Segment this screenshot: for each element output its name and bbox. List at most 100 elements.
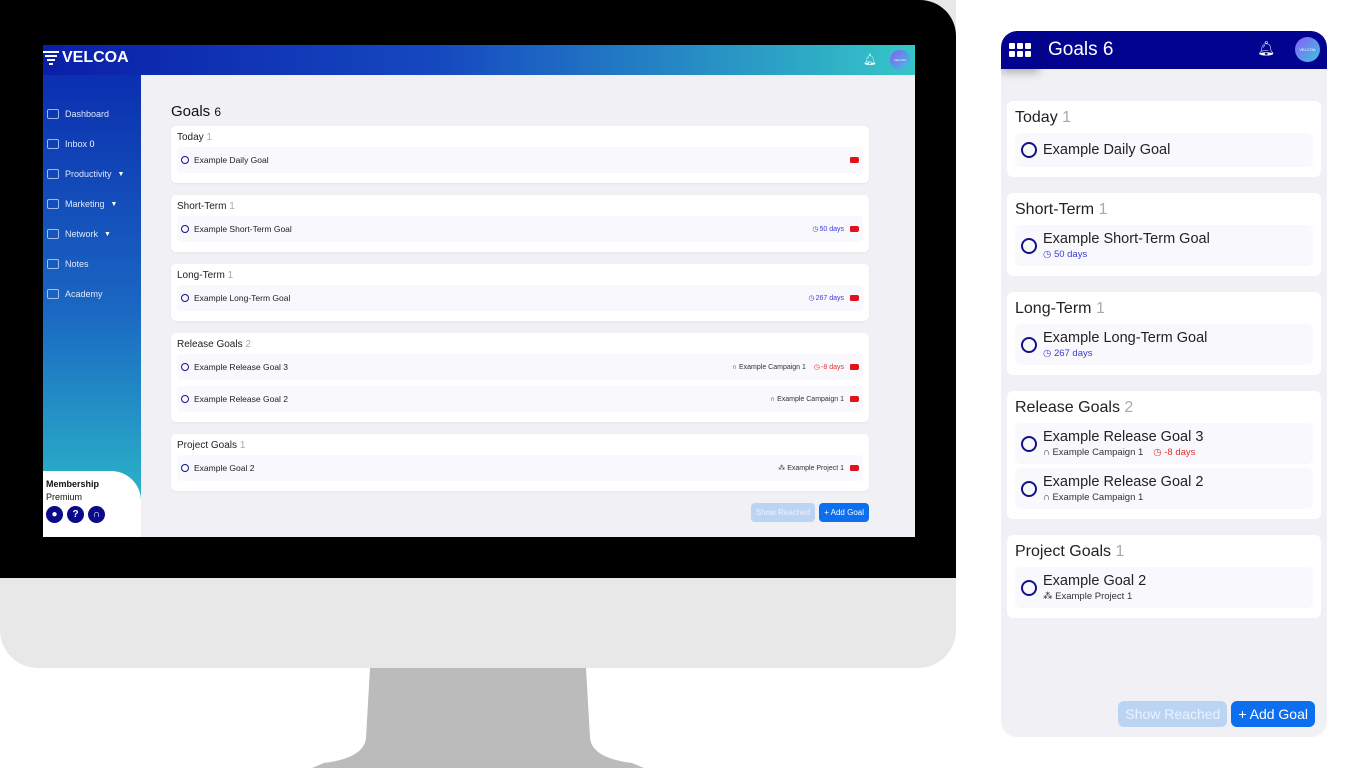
section-count: 1: [227, 270, 234, 281]
goal-project[interactable]: Example Project 1: [1055, 591, 1132, 602]
section-project: Project Goals 1 Example Goal 2 ⁂ Example …: [1007, 535, 1321, 618]
goal-checkbox[interactable]: [1021, 579, 1037, 596]
sidebar-item-productivity[interactable]: Productivity ▼: [43, 159, 141, 189]
add-goal-button[interactable]: + Add Goal: [1231, 701, 1315, 727]
goal-project[interactable]: Example Project 1: [787, 465, 844, 472]
delete-icon[interactable]: [850, 295, 859, 301]
section-short-term: Short-Term 1 Example Short-Term Goal ◷ 50 …: [171, 195, 869, 252]
sidebar-item-label: Network: [65, 229, 99, 239]
delete-icon[interactable]: [850, 226, 859, 232]
sidebar-item-notes[interactable]: Notes: [43, 249, 141, 279]
goal-checkbox[interactable]: [181, 156, 189, 164]
clock-icon: ◷: [1043, 348, 1054, 359]
goal-row[interactable]: Example Daily Goal: [1015, 133, 1313, 167]
goal-row[interactable]: Example Release Goal 2 ∩ Example Campaign…: [1015, 468, 1313, 509]
goal-campaign[interactable]: Example Campaign 1: [1052, 492, 1143, 503]
delete-icon[interactable]: [850, 396, 859, 402]
inbox-count: 0: [89, 139, 95, 149]
sidebar-item-inbox[interactable]: Inbox 0: [43, 129, 141, 159]
section-long-term: Long-Term 1 Example Long-Term Goal ◷ 267 d…: [171, 264, 869, 321]
section-release: Release Goals 2 Example Release Goal 3 ∩ …: [1007, 391, 1321, 519]
sidebar-item-academy[interactable]: Academy: [43, 279, 141, 309]
goal-checkbox[interactable]: [181, 395, 189, 403]
goal-name: Example Goal 2: [1043, 573, 1147, 589]
goal-checkbox[interactable]: [1021, 142, 1037, 158]
goal-row[interactable]: Example Long-Term Goal ◷ 267 days: [177, 285, 863, 311]
goal-checkbox[interactable]: [181, 464, 189, 472]
goal-name: Example Short-Term Goal: [1043, 231, 1210, 247]
section-project: Project Goals 1 Example Goal 2 ⁂ Example P…: [171, 434, 869, 491]
sidebar-item-marketing[interactable]: Marketing ▼: [43, 189, 141, 219]
show-reached-button[interactable]: Show Reached: [750, 503, 816, 522]
delete-icon[interactable]: [850, 465, 859, 471]
section-count: 1: [1095, 300, 1105, 317]
goal-days: 267 days: [1053, 348, 1093, 359]
section-today: Today 1 Example Daily Goal: [171, 126, 869, 183]
goal-campaign[interactable]: Example Campaign 1: [739, 364, 806, 371]
section-release: Release Goals 2 Example Release Goal 3 ∩ E…: [171, 333, 869, 422]
goal-campaign[interactable]: Example Campaign 1: [1052, 447, 1143, 458]
clock-icon: ◷: [1043, 249, 1054, 260]
goals-main: Goals 6 Today 1 Example Daily Goal Short…: [171, 103, 869, 522]
sidebar-item-network[interactable]: Network ▼: [43, 219, 141, 249]
section-count: 1: [1115, 543, 1125, 560]
section-title: Short-Term: [1015, 201, 1095, 218]
caret-down-icon: ▼: [117, 170, 125, 178]
goal-row[interactable]: Example Release Goal 3 ∩ Example Campaign …: [177, 354, 863, 380]
bell-icon[interactable]: 🔔︎: [863, 53, 877, 66]
goal-checkbox[interactable]: [181, 225, 189, 233]
headphones-icon: ∩: [731, 363, 737, 371]
checkbox-icon: [47, 169, 59, 179]
goal-row[interactable]: Example Long-Term Goal ◷ 267 days: [1015, 324, 1313, 365]
goal-days: -8 days: [821, 363, 844, 371]
goal-checkbox[interactable]: [181, 363, 189, 371]
delete-icon[interactable]: [850, 364, 859, 370]
goal-row[interactable]: Example Short-Term Goal ◷ 50 days: [1015, 225, 1313, 266]
membership-panel: Membership Premium ● ? ∩: [43, 471, 141, 537]
section-count: 2: [245, 339, 251, 350]
section-count: 1: [229, 201, 235, 212]
brand-logo[interactable]: VELCOA: [43, 49, 129, 67]
goal-row[interactable]: Example Short-Term Goal ◷ 50 days: [177, 216, 863, 242]
membership-label: Membership: [46, 479, 100, 489]
clock-icon: ◷: [1153, 447, 1165, 458]
caret-down-icon: ▼: [104, 230, 111, 238]
goal-days: -8 days: [1164, 447, 1196, 458]
goal-checkbox[interactable]: [1021, 237, 1037, 254]
section-count: 1: [239, 440, 246, 451]
apps-grid-icon[interactable]: [1001, 31, 1039, 69]
goal-checkbox[interactable]: [1021, 435, 1037, 452]
add-goal-button[interactable]: + Add Goal: [819, 503, 869, 522]
goal-name: Example Release Goal 3: [194, 362, 289, 372]
goal-checkbox[interactable]: [1021, 336, 1037, 353]
sidebar-item-dashboard[interactable]: Dashboard: [43, 99, 141, 129]
goal-checkbox[interactable]: [181, 294, 189, 302]
sidebar-item-label: Dashboard: [65, 109, 110, 119]
goal-row[interactable]: Example Goal 2 ⁂ Example Project 1: [1015, 567, 1313, 608]
goal-row[interactable]: Example Goal 2 ⁂ Example Project 1: [177, 455, 863, 481]
avatar[interactable]: VELCOA: [1295, 37, 1320, 62]
clock-icon: ◷: [813, 364, 821, 371]
inbox-icon: [47, 139, 59, 149]
palette-icon[interactable]: ●: [46, 506, 63, 523]
avatar[interactable]: VELCOA: [890, 50, 910, 70]
sidebar-item-label: Inbox: [65, 139, 88, 149]
clock-icon: ◷: [808, 295, 815, 302]
goal-row[interactable]: Example Release Goal 3 ∩ Example Campaign…: [1015, 423, 1313, 464]
logo-icon: [43, 49, 59, 67]
goal-row[interactable]: Example Release Goal 2 ∩ Example Campaign …: [177, 386, 863, 412]
headset-icon[interactable]: ∩: [88, 506, 105, 523]
mobile-app: Goals 6 🔔︎ VELCOA Today 1 Example Daily …: [1001, 31, 1327, 737]
show-reached-button[interactable]: Show Reached: [1118, 701, 1228, 727]
section-count: 1: [1062, 109, 1072, 126]
goal-checkbox[interactable]: [1021, 480, 1037, 497]
bell-icon[interactable]: 🔔︎: [1257, 40, 1275, 57]
goal-campaign[interactable]: Example Campaign 1: [777, 396, 844, 403]
help-icon[interactable]: ?: [67, 506, 84, 523]
section-title: Release Goals: [1015, 399, 1120, 416]
project-icon: ⁂: [1043, 591, 1056, 602]
monitor-stand: [312, 668, 644, 768]
goal-row[interactable]: Example Daily Goal: [177, 147, 863, 173]
note-icon: [47, 259, 59, 269]
delete-icon[interactable]: [850, 157, 859, 163]
